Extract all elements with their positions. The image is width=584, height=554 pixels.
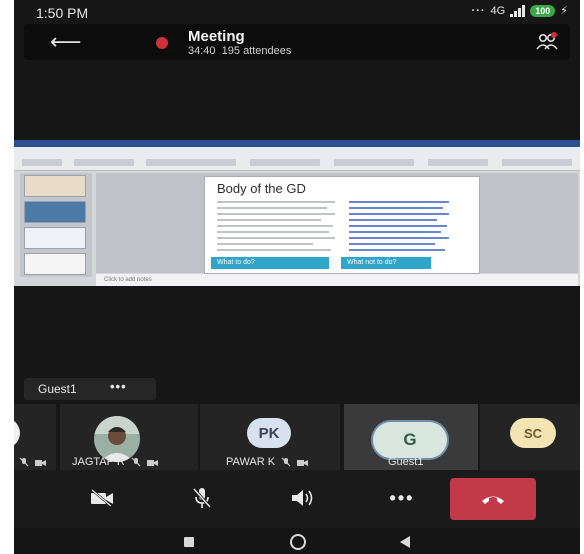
hang-up-icon xyxy=(482,496,504,504)
back-arrow-icon[interactable]: ⟵ xyxy=(50,29,82,55)
system-nav-bar xyxy=(14,528,580,554)
hang-up-button[interactable] xyxy=(450,478,536,520)
camera-off-icon xyxy=(35,459,47,466)
speaker-button[interactable] xyxy=(280,476,324,520)
people-icon[interactable] xyxy=(536,32,558,52)
slide: Body of the GD What to do? What not to d… xyxy=(204,176,480,274)
speaker-name: Guest1 xyxy=(38,382,77,396)
camera-toggle-button[interactable] xyxy=(80,476,124,520)
attendee-count: 195 attendees xyxy=(221,45,292,57)
avatar: PK xyxy=(247,418,291,448)
participant-name: Guest1 xyxy=(388,456,424,468)
slide-button-what-not-to-do: What not to do? xyxy=(341,257,431,269)
participant-tile[interactable]: PK PAWAR K xyxy=(200,404,340,470)
recents-icon[interactable] xyxy=(184,537,194,547)
home-icon[interactable] xyxy=(290,534,306,550)
battery-icon: 100 xyxy=(530,4,556,17)
mic-toggle-button[interactable] xyxy=(180,476,224,520)
status-bar: 1:50 PM ··· 4G 100 ⚡ xyxy=(14,0,580,24)
signal-icon xyxy=(510,4,526,17)
camera-off-icon xyxy=(91,489,113,507)
mic-off-icon xyxy=(281,457,291,467)
avatar: G xyxy=(371,420,449,460)
meeting-header: ⟵ Meeting 34:40 195 attendees xyxy=(24,24,570,60)
mic-off-icon xyxy=(192,488,212,508)
mic-off-icon xyxy=(131,457,141,467)
participant-name: JAGTAP R xyxy=(72,456,158,468)
meeting-info: 34:40 195 attendees xyxy=(188,45,291,57)
recording-dot-icon xyxy=(156,37,168,49)
slide-thumbnails xyxy=(20,173,92,277)
participant-tile[interactable] xyxy=(14,404,56,470)
status-time: 1:50 PM xyxy=(36,5,89,21)
avatar xyxy=(14,418,20,448)
network-type: 4G xyxy=(490,4,506,17)
more-options-icon: ••• xyxy=(389,487,415,508)
mic-off-icon xyxy=(19,457,29,467)
meeting-duration: 34:40 xyxy=(188,45,216,57)
participant-status-icons xyxy=(16,456,47,468)
camera-off-icon xyxy=(146,459,158,466)
more-options-icon[interactable]: ••• xyxy=(110,379,127,394)
call-controls: ••• xyxy=(14,470,580,528)
presentation-ribbon xyxy=(14,147,580,171)
avatar: SC xyxy=(510,418,556,448)
notification-dots-icon: ··· xyxy=(471,4,486,17)
back-icon[interactable] xyxy=(400,536,410,548)
participant-strip[interactable]: JAGTAP R PK PAWAR K G Guest1 SC xyxy=(14,404,580,470)
camera-off-icon xyxy=(297,459,309,466)
phone-screen: 1:50 PM ··· 4G 100 ⚡ ⟵ Meeting 34:40 195… xyxy=(14,0,580,554)
slide-title: Body of the GD xyxy=(217,181,306,196)
charging-icon: ⚡ xyxy=(560,5,568,17)
presentation-titlebar xyxy=(14,140,580,147)
more-button[interactable]: ••• xyxy=(380,476,424,520)
participant-tile[interactable]: JAGTAP R xyxy=(60,404,198,470)
status-right: ··· 4G 100 ⚡ xyxy=(472,4,568,17)
participant-tile[interactable]: SC xyxy=(480,404,580,470)
slide-canvas: Body of the GD What to do? What not to d… xyxy=(96,173,578,274)
slide-button-what-to-do: What to do? xyxy=(211,257,329,269)
meeting-title: Meeting xyxy=(188,28,245,45)
shared-screen[interactable]: Body of the GD What to do? What not to d… xyxy=(14,140,580,286)
participant-name: PAWAR K xyxy=(226,456,309,468)
speaker-icon xyxy=(292,490,313,506)
slide-notes: Click to add notes xyxy=(96,274,578,286)
participant-tile-active[interactable]: G Guest1 xyxy=(344,404,478,470)
active-speaker-chip[interactable]: Guest1 ••• xyxy=(24,378,156,400)
